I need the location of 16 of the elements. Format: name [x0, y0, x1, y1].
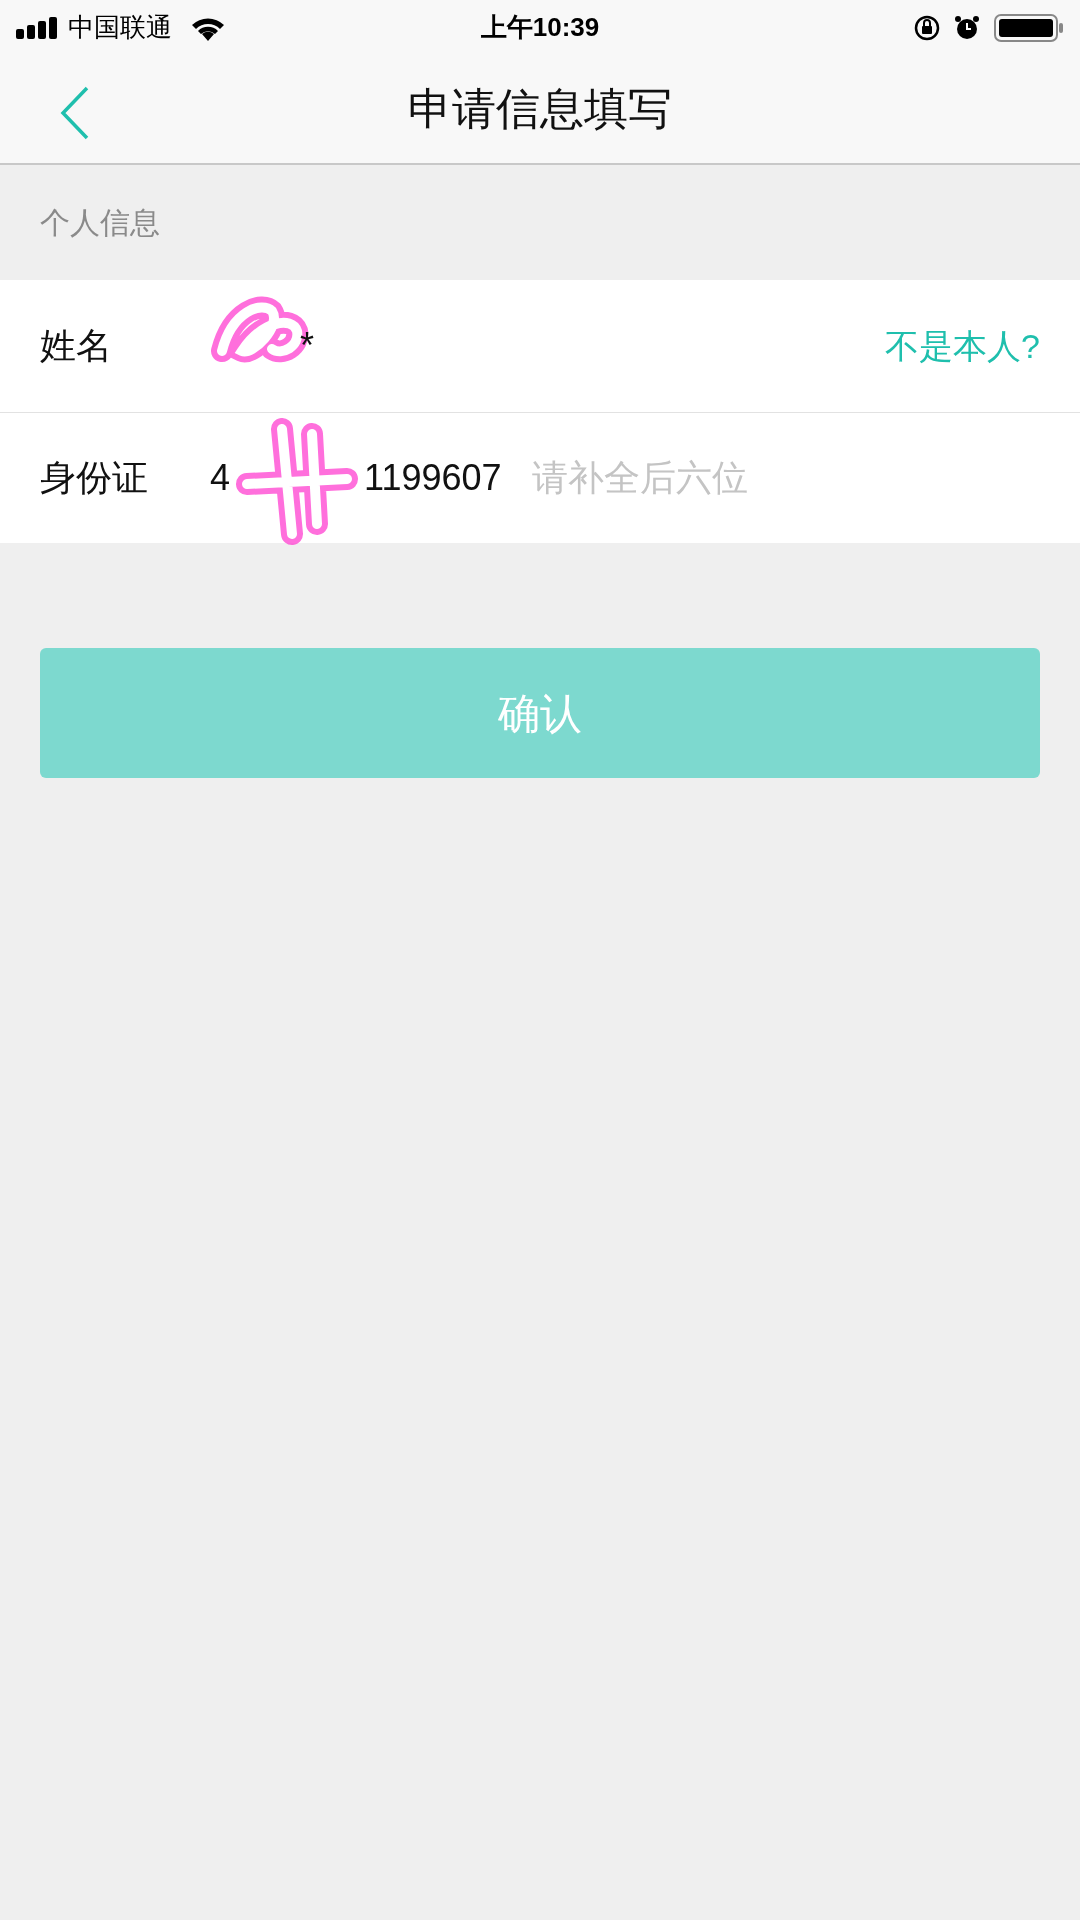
section-title: 个人信息 — [40, 205, 160, 241]
status-time: 上午10:39 — [480, 11, 600, 44]
field-label: 身份证 — [40, 456, 149, 500]
rotation-lock-icon — [914, 14, 940, 41]
battery-icon — [994, 12, 1064, 43]
page-title: 申请信息填写 — [408, 83, 672, 135]
alarm-icon — [954, 14, 980, 41]
carrier-name: 中国联通 — [68, 11, 172, 44]
field-label: 姓名 — [40, 324, 113, 368]
signal-icon — [16, 16, 60, 39]
back-icon — [60, 86, 90, 140]
id-value: 1199607 — [364, 456, 502, 500]
name-value: * — [300, 325, 314, 366]
id-value: 4 — [210, 456, 231, 500]
not-me-link[interactable]: 不是本人? — [885, 320, 1040, 372]
id-suffix-field[interactable]: 请补全后六位 — [531, 451, 1040, 505]
